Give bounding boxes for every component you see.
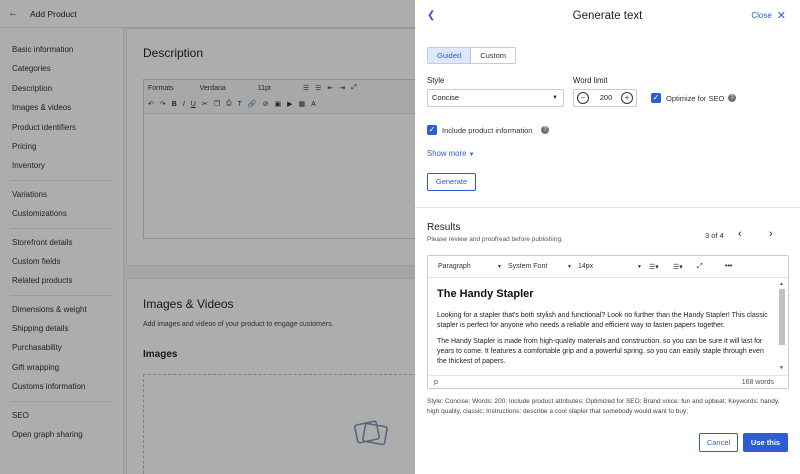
panel-header: ❮ Generate text Close ✕ <box>415 0 800 34</box>
result-scrollbar[interactable]: ▲ ▼ <box>778 281 786 371</box>
chevron-down-icon: ▼ <box>552 95 558 101</box>
result-content[interactable]: The Handy Stapler Looking for a stapler … <box>428 278 777 374</box>
prev-result-icon[interactable]: ‹ <box>738 228 742 240</box>
next-result-icon[interactable]: › <box>769 228 773 240</box>
close-icon: ✕ <box>776 9 786 22</box>
panel-title: Generate text <box>572 10 643 22</box>
mode-toggle: Guided Custom <box>427 47 517 64</box>
chevron-down-icon: ▼ <box>567 264 572 270</box>
chevron-down-icon: ▼ <box>497 264 502 270</box>
chevron-down-icon: ▼ <box>468 152 475 158</box>
tab-custom[interactable]: Custom <box>471 48 515 63</box>
use-this-button[interactable]: Use this <box>743 433 788 452</box>
close-button[interactable]: Close ✕ <box>751 9 786 22</box>
include-product-info-checkbox[interactable]: ✓ <box>427 125 437 135</box>
generation-settings-summary: Style: Concise; Words: 200; Include prod… <box>427 398 780 415</box>
close-label: Close <box>751 11 772 20</box>
help-icon[interactable]: ? <box>541 126 549 134</box>
generate-text-panel: ❮ Generate text Close ✕ Guided Custom St… <box>415 0 800 474</box>
block-format-dropdown[interactable]: Paragraph ▼ <box>438 263 502 270</box>
style-select[interactable]: Concise ▼ <box>427 89 564 107</box>
style-label: Style <box>427 76 445 85</box>
font-family-dropdown[interactable]: System Font ▼ <box>508 263 572 270</box>
more-options-icon[interactable]: ••• <box>725 263 732 270</box>
result-paragraph: Looking for a stapler that's both stylis… <box>437 312 768 329</box>
scroll-up-icon[interactable]: ▲ <box>779 281 784 287</box>
result-editor-toolbar: Paragraph ▼ System Font ▼ 14px ▼ ☰▾ ☰▾ ⤢… <box>428 256 788 278</box>
include-product-info-label: Include product information <box>442 126 533 135</box>
tab-guided[interactable]: Guided <box>428 48 472 63</box>
scroll-down-icon[interactable]: ▼ <box>779 365 784 371</box>
block-format-value: Paragraph <box>438 263 471 270</box>
style-value: Concise <box>432 93 460 102</box>
element-path: p <box>434 379 438 386</box>
scrollbar-thumb[interactable] <box>779 289 785 345</box>
editor-status-bar: p 168 words <box>428 375 788 389</box>
font-size-value: 14px <box>578 263 594 270</box>
bullet-list-icon[interactable]: ☰▾ <box>649 263 673 271</box>
result-paragraph: The Handy Stapler is made from high-qual… <box>437 338 764 365</box>
numbered-list-icon[interactable]: ☰▾ <box>673 263 697 271</box>
fullscreen-icon[interactable]: ⤢ <box>697 263 715 271</box>
word-limit-stepper: − 200 + <box>573 89 637 107</box>
show-more-link[interactable]: Show more ▼ <box>427 149 475 158</box>
result-editor[interactable]: Paragraph ▼ System Font ▼ 14px ▼ ☰▾ ☰▾ ⤢… <box>427 255 789 389</box>
optimize-seo-checkbox[interactable]: ✓ <box>651 93 661 103</box>
show-more-label: Show more <box>427 149 467 158</box>
cancel-button[interactable]: Cancel <box>699 433 738 452</box>
chevron-down-icon: ▼ <box>637 264 642 270</box>
word-limit-label: Word limit <box>573 76 608 85</box>
section-divider <box>415 207 800 208</box>
results-title: Results <box>427 222 461 233</box>
result-heading: The Handy Stapler <box>437 288 534 300</box>
increment-icon[interactable]: + <box>621 92 633 104</box>
results-subtitle: Please review and proofread before publi… <box>427 236 563 243</box>
decrement-icon[interactable]: − <box>577 92 589 104</box>
font-family-value: System Font <box>508 263 548 270</box>
result-pager: 3 of 4 <box>705 231 724 240</box>
font-size-dropdown[interactable]: 14px ▼ <box>578 263 642 270</box>
help-icon[interactable]: ? <box>728 94 736 102</box>
word-count: 168 words <box>741 379 774 386</box>
optimize-seo-label: Optimize for SEO <box>666 94 725 103</box>
generate-button[interactable]: Generate <box>427 173 476 191</box>
word-limit-value[interactable]: 200 <box>594 93 618 102</box>
